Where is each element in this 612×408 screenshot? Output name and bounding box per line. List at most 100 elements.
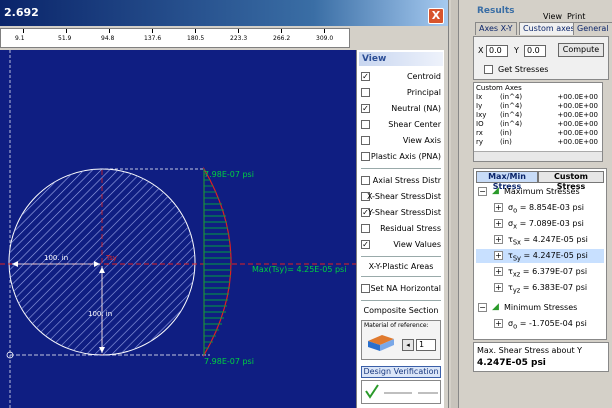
list-item: Iy (in^4) +00.0E+00	[476, 102, 598, 110]
option-y-shear[interactable]: ✓ Y-Shear StressDist	[359, 206, 443, 220]
compute-button[interactable]: Compute	[558, 43, 604, 57]
ruler-tick-mark	[66, 29, 67, 33]
checkbox[interactable]: ✓	[361, 240, 370, 249]
separator	[361, 276, 441, 277]
option-shear-center[interactable]: Shear Center	[359, 118, 443, 132]
max-stress-label: Max(Tsy)= 4.25E-05 psi	[252, 265, 346, 274]
option-view-axis[interactable]: View Axis	[359, 134, 443, 148]
expand-icon[interactable]: +	[494, 283, 503, 292]
collapse-icon[interactable]: −	[478, 187, 487, 196]
option-x-shear[interactable]: X-Shear StressDist	[359, 190, 443, 204]
option-residual-stress[interactable]: Residual Stress	[359, 222, 443, 236]
tree-item[interactable]: + σo = 8.854E-03 psi	[476, 201, 604, 215]
view-panel: View ✓ Centroid Principal ✓ Neutral (NA) S…	[356, 50, 444, 408]
material-decrement-button[interactable]: ◂	[402, 339, 414, 351]
stress-fill-lines	[204, 173, 231, 349]
expand-icon[interactable]: +	[494, 251, 503, 260]
formula-icon	[365, 384, 438, 399]
expand-icon[interactable]: +	[494, 235, 503, 244]
option-view-values[interactable]: ✓ View Values	[359, 238, 443, 252]
section-hatch	[9, 169, 195, 355]
dim-vertical-label: 100. in	[88, 310, 112, 318]
y-input[interactable]: 0.0	[524, 45, 546, 57]
print-menu[interactable]: Print	[567, 12, 585, 21]
ruler-tick-mark	[238, 29, 239, 33]
option-plastic-axis[interactable]: Plastic Axis (PNA)	[359, 150, 443, 164]
view-menu[interactable]: View	[543, 12, 562, 21]
separator	[361, 300, 441, 301]
list-item: ry (in) +00.0E+00	[476, 138, 598, 146]
option-centroid[interactable]: ✓ Centroid	[359, 70, 443, 84]
option-neutral[interactable]: ✓ Neutral (NA)	[359, 102, 443, 116]
checkbox[interactable]	[361, 88, 370, 97]
checkbox[interactable]	[361, 136, 370, 145]
close-button[interactable]: X	[428, 8, 444, 24]
tree-item[interactable]: + τSx = 4.247E-05 psi	[476, 233, 604, 247]
stress-curve	[203, 166, 232, 358]
checkbox[interactable]	[361, 284, 370, 293]
custom-axes-list: Custom Axes Ix (in^4) +00.0E+00 Iy (in^4) +0…	[473, 82, 603, 162]
stress-tree: Max/Min Stress Custom Stress − ◢ Maximum…	[473, 168, 607, 340]
tab-general[interactable]: General	[573, 22, 612, 35]
status-value: 4.247E-05 psi	[477, 358, 546, 368]
option-set-na-horizontal[interactable]: Set NA Horizontal	[359, 282, 443, 296]
tab-axes-xy[interactable]: Axes X-Y	[475, 22, 517, 35]
expand-icon[interactable]: +	[494, 219, 503, 228]
checkbox[interactable]: ✓	[361, 104, 370, 113]
custom-axes-form: X 0.0 Y 0.0 Compute Get Stresses	[473, 36, 609, 80]
ruler-tick-mark	[281, 29, 282, 33]
expand-icon[interactable]: +	[494, 203, 503, 212]
ruler-tick-label: 223.3	[230, 35, 248, 42]
material-ref-input[interactable]: 1	[416, 339, 436, 351]
checkbox[interactable]	[361, 224, 370, 233]
tab-max-min-stress[interactable]: Max/Min Stress	[476, 171, 538, 191]
expand-icon[interactable]: +	[494, 319, 503, 328]
horizontal-ruler: 9.1 51.9 94.8 137.6 180.5 223.3 266.2 309.0	[0, 28, 350, 48]
tree-item[interactable]: + τyz = 6.383E-07 psi	[476, 281, 604, 295]
tree-item[interactable]: + σx = 7.089E-03 psi	[476, 217, 604, 231]
section-canvas[interactable]: 100. in 100. in Tsy 7.98E-07 psi 7.98E-0…	[0, 50, 356, 408]
horizontal-scrollbar[interactable]	[474, 151, 602, 161]
get-stresses-checkbox[interactable]	[484, 65, 493, 74]
composite-section-title: Composite Section	[363, 306, 439, 315]
checkbox[interactable]	[361, 120, 370, 129]
design-verification-button[interactable]: Design Verification	[361, 366, 441, 378]
formula-image	[361, 380, 441, 404]
option-axial-stress[interactable]: Axial Stress Distr	[359, 174, 443, 188]
tree-item[interactable]: + τxz = 6.379E-07 psi	[476, 265, 604, 279]
view-panel-header: View	[359, 52, 443, 66]
ruler-tick-mark	[23, 29, 24, 33]
ruler-tick-label: 180.5	[187, 35, 205, 42]
tree-item-selected[interactable]: + τSy = 4.247E-05 psi	[476, 249, 604, 263]
checkbox[interactable]: ✓	[361, 72, 370, 81]
ruler-tick-label: 9.1	[15, 35, 25, 42]
title-bar: 2.692 X	[0, 0, 448, 26]
chart-arrow-icon: ◢	[492, 186, 499, 196]
tree-max-header[interactable]: − ◢ Maximum Stresses	[476, 185, 604, 199]
checkbox[interactable]	[361, 176, 370, 185]
bottom-stress-value: 7.98E-07 psi	[204, 357, 254, 366]
results-splitter[interactable]	[451, 0, 459, 408]
expand-icon[interactable]: +	[494, 267, 503, 276]
tab-custom-stress[interactable]: Custom Stress	[538, 171, 604, 191]
tab-custom-axes[interactable]: Custom axes	[519, 22, 579, 35]
ruler-tick-label: 137.6	[144, 35, 162, 42]
results-label: Results	[477, 6, 515, 16]
separator	[361, 168, 441, 169]
status-title: Max. Shear Stress about Y	[477, 346, 583, 355]
top-stress-value: 7.98E-07 psi	[204, 170, 254, 179]
ruler-tick-mark	[109, 29, 110, 33]
collapse-icon[interactable]: −	[478, 303, 487, 312]
x-input[interactable]: 0.0	[486, 45, 508, 57]
separator	[361, 256, 441, 257]
tree-item[interactable]: + σo = -1.705E-04 psi	[476, 317, 604, 331]
list-item: Ix (in^4) +00.0E+00	[476, 93, 598, 101]
list-item: rx (in) +00.0E+00	[476, 129, 598, 137]
ruler-tick-label: 266.2	[273, 35, 291, 42]
tree-min-header[interactable]: − ◢ Minimum Stresses	[476, 301, 604, 315]
material-reference-box: Material of reference: ◂ 1	[361, 320, 441, 360]
ruler-tick-mark	[195, 29, 196, 33]
checkbox[interactable]	[361, 152, 370, 161]
option-principal[interactable]: Principal	[359, 86, 443, 100]
plastic-areas-button[interactable]: X-Y-Plastic Areas	[359, 262, 443, 271]
